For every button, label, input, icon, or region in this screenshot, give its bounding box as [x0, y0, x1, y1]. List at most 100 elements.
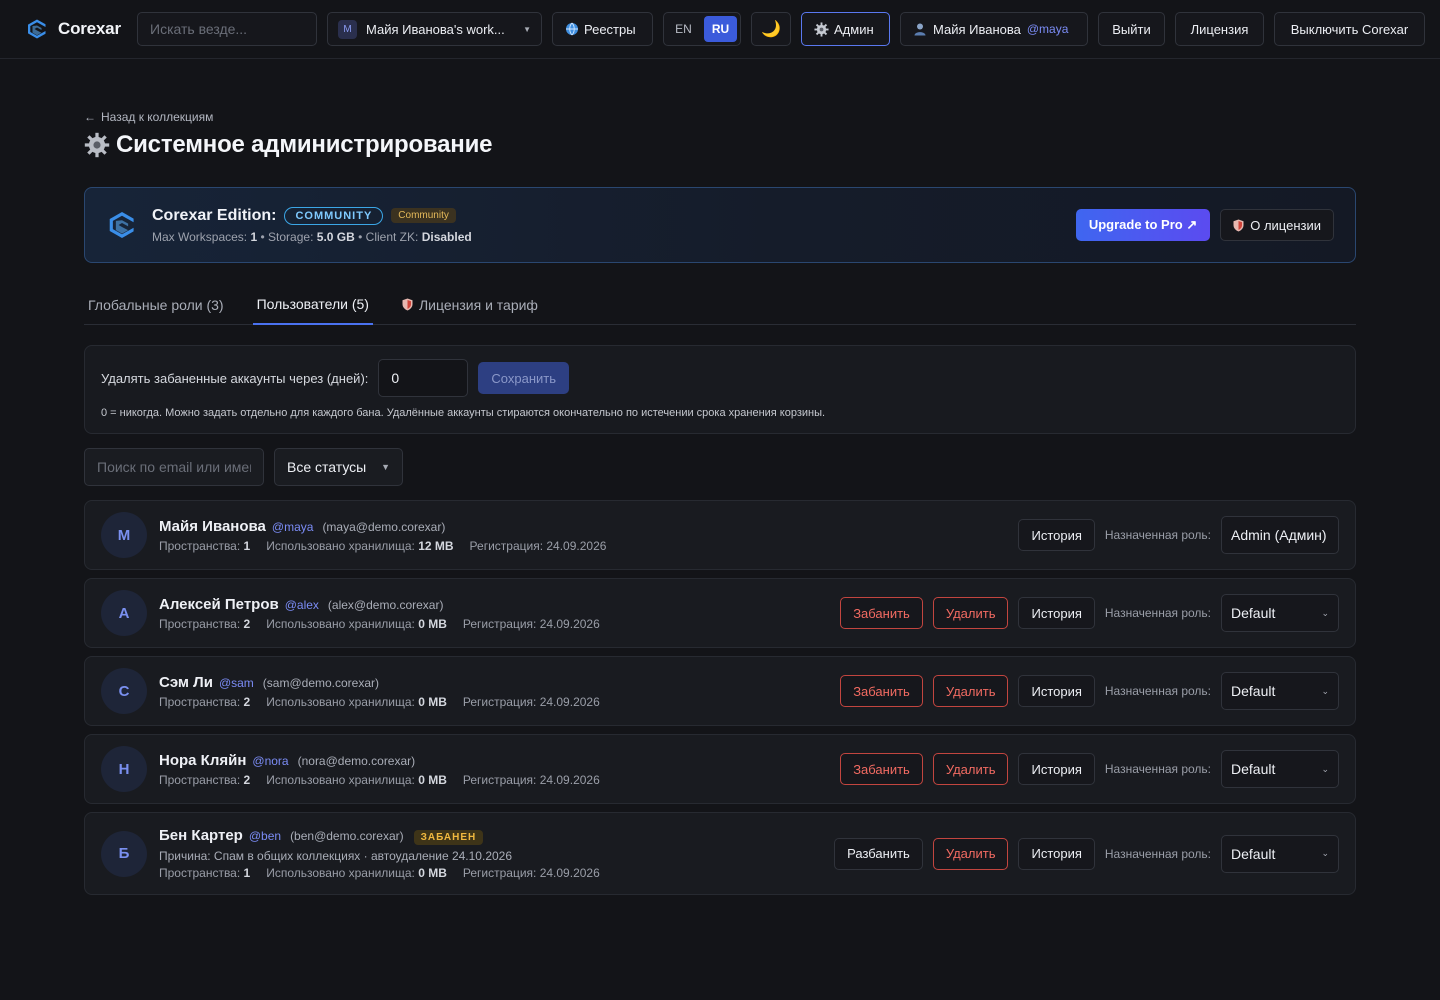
user-spaces: Пространства: 1: [159, 539, 250, 553]
user-name: Алексей Петров: [159, 595, 279, 613]
user-handle: @maya: [1026, 22, 1069, 36]
ban-button[interactable]: Забанить: [840, 597, 923, 629]
delete-button[interactable]: Удалить: [932, 837, 1009, 870]
theme-toggle[interactable]: 🌙: [751, 12, 791, 46]
globe-icon: [566, 22, 578, 36]
status-filter-select[interactable]: Все статусы ▼: [274, 448, 403, 486]
admin-label: Админ: [834, 21, 874, 37]
spaces-value: 2: [243, 616, 251, 631]
tab-users[interactable]: Пользователи (5): [252, 284, 373, 325]
user-identity: Алексей Петров @alex (alex@demo.corexar): [159, 596, 840, 613]
user-info: Майя Иванова @maya (maya@demo.corexar) П…: [159, 518, 1018, 553]
upgrade-to-pro-button[interactable]: Upgrade to Pro ↗: [1075, 209, 1211, 241]
user-stats: Пространства: 1 Использовано хранилища: …: [159, 866, 834, 880]
assigned-role-label: Назначенная роль:: [1104, 684, 1211, 698]
registries-label: Реестры: [584, 21, 636, 37]
user-info: Нора Кляйн @nora (nora@demo.corexar) Про…: [159, 752, 840, 787]
role-select[interactable]: Default ⌄: [1221, 594, 1339, 632]
role-select[interactable]: Admin (Админ): [1221, 516, 1339, 554]
registered-value: 24.09.2026: [539, 866, 600, 880]
storage-label: Использовано хранилища:: [266, 538, 415, 553]
license-button[interactable]: Лицензия: [1175, 12, 1264, 46]
assigned-role-label: Назначенная роль:: [1104, 606, 1211, 620]
save-button[interactable]: Сохранить: [478, 362, 569, 394]
user-actions: Разбанить Удалить История Назначенная ро…: [834, 834, 1339, 873]
user-storage: Использовано хранилища: 12 MB: [266, 539, 453, 553]
user-email: (alex@demo.corexar): [327, 597, 444, 612]
registered-value: 24.09.2026: [539, 772, 600, 787]
storage-label: Использовано хранилища:: [266, 772, 415, 787]
ban-button[interactable]: Забанить: [840, 675, 923, 707]
lang-en-button[interactable]: EN: [667, 16, 700, 42]
user-spaces: Пространства: 2: [159, 695, 250, 709]
history-button[interactable]: История: [1018, 837, 1095, 870]
user-identity: Сэм Ли @sam (sam@demo.corexar): [159, 674, 840, 691]
user-stats: Пространства: 2 Использовано хранилища: …: [159, 695, 840, 709]
role-select[interactable]: Default ⌄: [1221, 672, 1339, 710]
user-spaces: Пространства: 2: [159, 617, 250, 631]
delete-button[interactable]: Удалить: [932, 597, 1009, 629]
user-handle: @maya: [271, 519, 314, 534]
back-link[interactable]: ← Назад к коллекциям: [84, 110, 213, 124]
user-name: Бен Картер: [159, 827, 243, 844]
user-filters: Все статусы ▼: [84, 448, 403, 486]
role-select[interactable]: Default ⌄: [1221, 750, 1339, 788]
disable-corexar-button[interactable]: Выключить Corexar: [1274, 12, 1425, 46]
user-search-input[interactable]: [84, 448, 264, 486]
registered-label: Регистрация:: [462, 616, 537, 631]
page-title-text: Системное администрирование: [116, 131, 493, 158]
admin-button[interactable]: Админ: [801, 12, 890, 46]
user-stats: Пространства: 2 Использовано хранилища: …: [159, 773, 840, 787]
lang-ru-button[interactable]: RU: [704, 16, 737, 42]
registries-button[interactable]: Реестры: [552, 12, 653, 46]
banned-badge: ЗАБАНЕН: [413, 830, 484, 845]
user-menu[interactable]: Майя Иванова @maya: [900, 12, 1088, 46]
user-row: С Сэм Ли @sam (sam@demo.corexar) Простра…: [84, 656, 1356, 726]
user-email: (nora@demo.corexar): [297, 753, 416, 768]
edition-header: Corexar Edition: COMMUNITY Community: [152, 206, 1076, 225]
logout-label: Выйти: [1112, 21, 1151, 37]
user-identity: Нора Кляйн @nora (nora@demo.corexar): [159, 752, 840, 769]
delete-button[interactable]: Удалить: [932, 753, 1009, 785]
assigned-role-label: Назначенная роль:: [1104, 528, 1211, 542]
user-registered: Регистрация: 24.09.2026: [463, 617, 600, 631]
ban-retention-days-input[interactable]: [378, 359, 469, 397]
corexar-logo-icon: [109, 212, 134, 238]
ban-button[interactable]: Забанить: [840, 753, 923, 785]
registered-label: Регистрация:: [469, 538, 544, 553]
workspace-switcher[interactable]: M Майя Иванова's work... ▼: [327, 12, 542, 46]
delete-button[interactable]: Удалить: [932, 675, 1009, 707]
assigned-role-label: Назначенная роль:: [1104, 762, 1211, 776]
client-zk-value: Disabled: [421, 229, 472, 244]
registered-value: 24.09.2026: [546, 538, 607, 553]
corexar-logo-icon: [28, 19, 46, 39]
about-license-button[interactable]: О лицензии: [1220, 209, 1334, 241]
user-registered: Регистрация: 24.09.2026: [470, 539, 607, 553]
tab-license-plan[interactable]: Лицензия и тариф: [398, 284, 542, 325]
registered-label: Регистрация:: [462, 772, 537, 787]
page-title: Системное администрирование: [84, 131, 493, 159]
user-spaces: Пространства: 2: [159, 773, 250, 787]
global-search[interactable]: [137, 12, 317, 46]
history-button[interactable]: История: [1018, 597, 1095, 629]
history-button[interactable]: История: [1018, 675, 1095, 707]
user-name: Майя Иванова: [159, 517, 266, 535]
unban-button[interactable]: Разбанить: [834, 837, 923, 870]
chevron-down-icon: ⌄: [1321, 685, 1329, 696]
history-button[interactable]: История: [1018, 519, 1095, 551]
user-email: (sam@demo.corexar): [262, 675, 380, 690]
storage-value: 0 MB: [418, 866, 447, 880]
storage-value: 5.0 GB: [316, 229, 355, 244]
tab-global-roles[interactable]: Глобальные роли (3): [84, 284, 228, 325]
user-handle: @ben: [248, 829, 282, 843]
history-button[interactable]: История: [1018, 753, 1095, 785]
global-search-input[interactable]: [150, 21, 304, 37]
user-actions: История Назначенная роль: Admin (Админ): [1018, 516, 1339, 554]
logout-button[interactable]: Выйти: [1098, 12, 1165, 46]
arrow-left-icon: ←: [84, 110, 96, 124]
shield-icon: [402, 298, 413, 311]
max-workspaces-label: Max Workspaces:: [152, 229, 248, 244]
brand[interactable]: Corexar: [26, 18, 137, 40]
role-select[interactable]: Default ⌄: [1221, 834, 1339, 873]
spaces-value: 2: [243, 694, 251, 709]
